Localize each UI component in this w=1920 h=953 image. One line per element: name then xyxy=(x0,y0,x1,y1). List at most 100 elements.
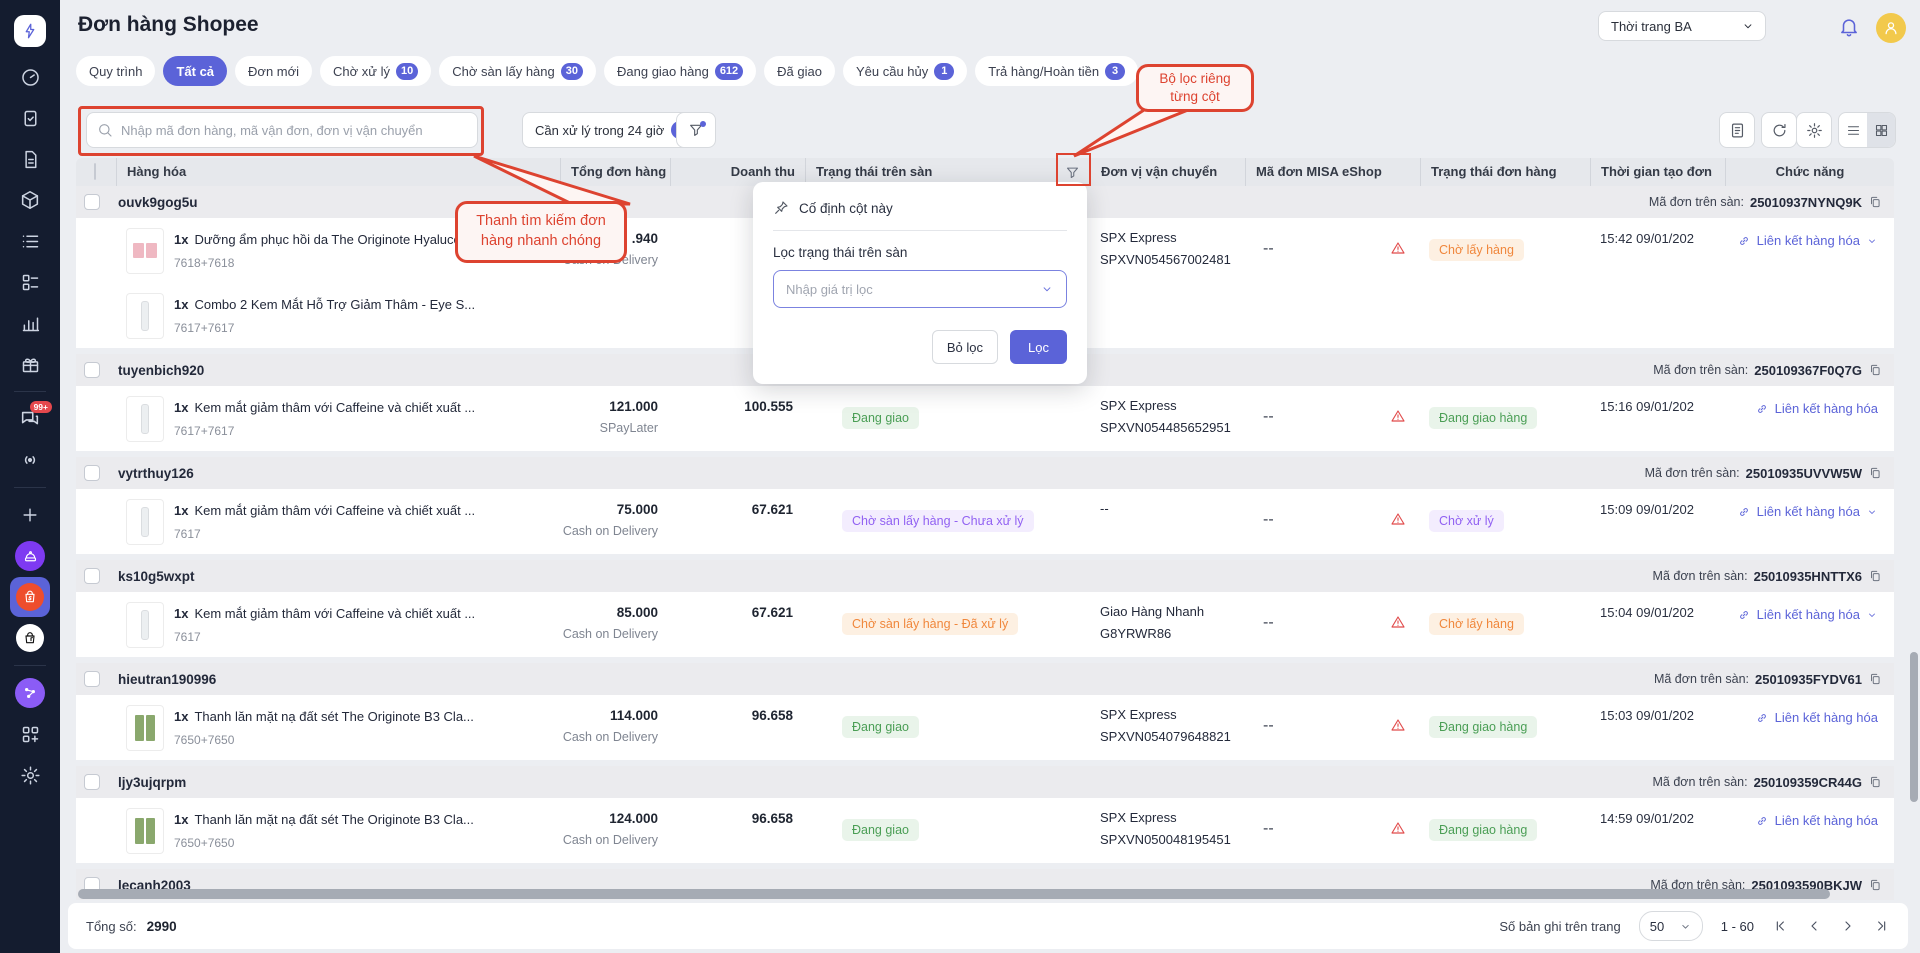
link-product-action[interactable]: Liên kết hàng hóa xyxy=(1755,813,1878,828)
floor-status-badge: Đang giao xyxy=(842,716,919,738)
add-channel-icon[interactable] xyxy=(10,495,50,535)
copy-icon[interactable] xyxy=(1868,775,1882,789)
search-input[interactable] xyxy=(121,122,467,138)
package-icon[interactable] xyxy=(10,180,50,220)
list-icon[interactable] xyxy=(10,221,50,261)
tab-cho-san-lay-hang[interactable]: Chờ sàn lấy hàng 30 xyxy=(439,56,596,86)
link-product-action[interactable]: Liên kết hàng hóa xyxy=(1737,504,1878,519)
copy-icon[interactable] xyxy=(1868,878,1882,892)
column-filter-funnel-icon[interactable] xyxy=(1065,165,1080,180)
col-thoi-gian-tao-don[interactable]: Thời gian tạo đơn xyxy=(1590,158,1725,186)
tab-quy-trinh[interactable]: Quy trình xyxy=(76,56,156,86)
filter-active-dot xyxy=(700,121,706,127)
channel-shopee-active[interactable] xyxy=(10,577,50,617)
user-avatar[interactable] xyxy=(1876,13,1906,43)
col-hang-hoa[interactable]: Hàng hóa xyxy=(116,158,560,186)
warning-icon[interactable] xyxy=(1390,614,1406,630)
link-product-action[interactable]: Liên kết hàng hóa xyxy=(1737,607,1878,622)
tab-cho-xu-ly[interactable]: Chờ xử lý 10 xyxy=(320,56,432,86)
order-code: Mã đơn trên sàn: 25010935FYDV61 xyxy=(1654,672,1882,687)
col-tong-don-hang[interactable]: Tổng đơn hàng xyxy=(560,158,670,186)
tab-don-moi[interactable]: Đơn mới xyxy=(235,56,313,86)
warning-icon[interactable] xyxy=(1390,408,1406,424)
dashboard-icon[interactable] xyxy=(10,57,50,97)
pin-icon xyxy=(775,201,788,214)
view-list-button[interactable] xyxy=(1839,113,1867,147)
copy-icon[interactable] xyxy=(1868,363,1882,377)
tracking-number: SPXVN054079648821 xyxy=(1100,729,1231,744)
warning-icon[interactable] xyxy=(1390,820,1406,836)
row-checkbox[interactable] xyxy=(84,774,100,790)
tab-tra-hang[interactable]: Trả hàng/Hoàn tiền 3 xyxy=(975,56,1139,86)
row-checkbox[interactable] xyxy=(84,362,100,378)
row-checkbox[interactable] xyxy=(84,568,100,584)
first-page-button[interactable] xyxy=(1772,918,1788,934)
notification-bell-icon[interactable] xyxy=(1838,16,1860,38)
warning-icon[interactable] xyxy=(1390,240,1406,256)
form-icon[interactable] xyxy=(10,262,50,302)
search-icon xyxy=(99,124,112,137)
tab-yeu-cau-huy[interactable]: Yêu cầu hủy 1 xyxy=(842,56,968,86)
copy-icon[interactable] xyxy=(1868,466,1882,480)
product-sku: 7617+7617 xyxy=(174,424,235,438)
copy-icon[interactable] xyxy=(1868,672,1882,686)
warning-icon[interactable] xyxy=(1390,717,1406,733)
apply-filter-button[interactable]: Lọc xyxy=(1010,330,1067,364)
gift-icon[interactable] xyxy=(10,344,50,384)
tab-dang-giao-hang[interactable]: Đang giao hàng 612 xyxy=(604,56,757,86)
col-ma-don-misa[interactable]: Mã đơn MISA eShop xyxy=(1245,158,1420,186)
chart-icon[interactable] xyxy=(10,303,50,343)
orders-icon[interactable] xyxy=(10,98,50,138)
col-don-vi-van-chuyen[interactable]: Đơn vị vận chuyển xyxy=(1090,158,1245,186)
link-product-action[interactable]: Liên kết hàng hóa xyxy=(1755,710,1878,725)
column-settings-button[interactable] xyxy=(1796,112,1832,148)
vertical-scrollbar[interactable] xyxy=(1910,652,1918,802)
floor-status-badge: Đang giao xyxy=(842,407,919,429)
global-filter-button[interactable] xyxy=(676,112,716,148)
col-chuc-nang[interactable]: Chức năng xyxy=(1725,158,1894,186)
store-select[interactable]: Thời trang BA xyxy=(1598,11,1766,41)
row-checkbox[interactable] xyxy=(84,194,100,210)
broadcast-icon[interactable] xyxy=(10,440,50,480)
prev-page-button[interactable] xyxy=(1806,918,1822,934)
channel-tiktok[interactable] xyxy=(10,618,50,658)
pin-column-option[interactable]: Cố định cột này xyxy=(773,200,1067,216)
link-product-action[interactable]: Liên kết hàng hóa xyxy=(1755,401,1878,416)
select-all-checkbox[interactable] xyxy=(94,163,96,180)
app-logo-icon[interactable] xyxy=(14,15,46,47)
export-report-button[interactable] xyxy=(1719,112,1755,148)
row-checkbox[interactable] xyxy=(84,465,100,481)
share-network-icon[interactable] xyxy=(10,673,50,713)
refresh-button[interactable] xyxy=(1761,112,1797,148)
row-checkbox[interactable] xyxy=(84,671,100,687)
link-product-action[interactable]: Liên kết hàng hóa xyxy=(1737,233,1878,248)
sidebar-divider xyxy=(14,391,46,392)
warning-icon[interactable] xyxy=(1390,511,1406,527)
copy-icon[interactable] xyxy=(1868,569,1882,583)
tab-da-giao[interactable]: Đã giao xyxy=(764,56,835,86)
status-badge: Đang giao hàng xyxy=(1429,407,1538,429)
chat-icon[interactable]: 99+ xyxy=(10,399,52,439)
settings-gear-icon[interactable] xyxy=(10,755,50,795)
channel-avatar-hat[interactable] xyxy=(10,536,50,576)
view-grid-button[interactable] xyxy=(1867,113,1895,147)
view-toggle xyxy=(1838,112,1896,148)
horizontal-scrollbar[interactable] xyxy=(78,889,1830,899)
tab-tat-ca[interactable]: Tất cả xyxy=(163,56,228,86)
order-total-cell: 85.000 Cash on Delivery xyxy=(562,605,658,641)
floor-status-cell: Chờ sàn lấy hàng - Đã xử lý xyxy=(805,592,1090,657)
per-page-select[interactable]: 50 xyxy=(1638,911,1703,941)
clear-filter-button[interactable]: Bỏ lọc xyxy=(931,330,999,364)
document-icon[interactable] xyxy=(10,139,50,179)
buyer-username: hieutran190996 xyxy=(118,671,217,687)
apps-icon[interactable] xyxy=(10,714,50,754)
filter-value-select[interactable]: Nhập giá trị lọc xyxy=(773,270,1067,308)
copy-icon[interactable] xyxy=(1868,195,1882,209)
floor-status-cell: Đang giao xyxy=(805,695,1090,760)
order-status-cell: Chờ lấy hàng xyxy=(1420,218,1590,348)
created-time-cell: 14:59 09/01/202 xyxy=(1600,811,1694,826)
product-thumbnail xyxy=(126,601,164,648)
last-page-button[interactable] xyxy=(1874,918,1890,934)
next-page-button[interactable] xyxy=(1840,918,1856,934)
col-trang-thai-don-hang[interactable]: Trạng thái đơn hàng xyxy=(1420,158,1590,186)
